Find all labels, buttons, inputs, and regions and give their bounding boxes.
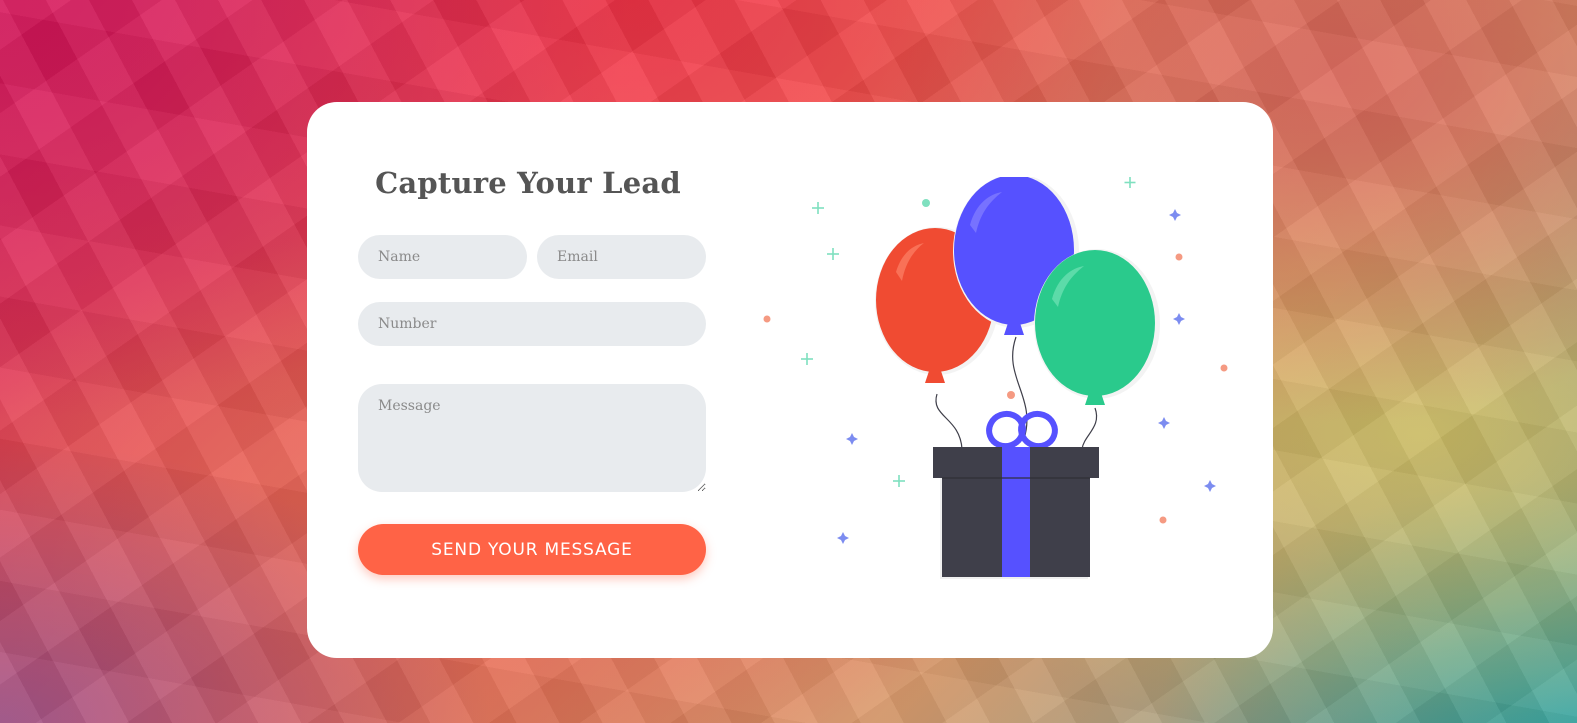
number-input[interactable] xyxy=(358,302,706,346)
send-message-button[interactable]: SEND YOUR MESSAGE xyxy=(358,524,706,575)
message-textarea[interactable] xyxy=(358,384,706,492)
name-input[interactable] xyxy=(358,235,527,279)
balloons-gift-illustration xyxy=(763,177,1228,579)
gift-box-icon xyxy=(933,410,1099,579)
balloon-green-icon xyxy=(1034,249,1160,405)
email-input[interactable] xyxy=(537,235,706,279)
form-title: Capture Your Lead xyxy=(375,166,681,200)
lead-capture-card: Capture Your Lead SEND YOUR MESSAGE xyxy=(307,102,1273,658)
